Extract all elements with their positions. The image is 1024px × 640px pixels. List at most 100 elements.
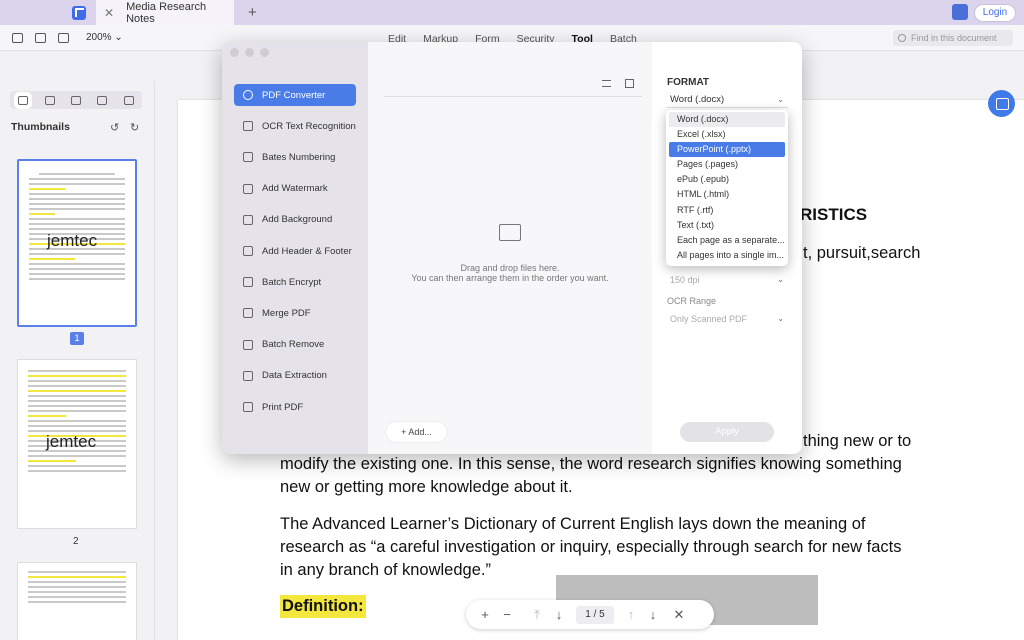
trash-icon [243, 339, 253, 350]
tool-add-watermark[interactable]: Add Watermark [234, 178, 356, 200]
tool-label: Batch Encrypt [262, 276, 322, 288]
ocr-range-select[interactable]: Only Scanned PDF ⌄ [667, 311, 788, 327]
home-icon[interactable] [625, 79, 634, 88]
drop-hint-line2: You can then arrange them in the order y… [411, 273, 609, 283]
thumbnails-title: Thumbnails [11, 121, 70, 133]
app-logo-icon [72, 5, 86, 20]
apply-button[interactable]: Apply [680, 422, 774, 442]
tool-batch-remove[interactable]: Batch Remove [234, 334, 356, 356]
ai-assistant-icon[interactable] [988, 90, 1015, 117]
zoom-out-icon[interactable]: − [496, 607, 518, 622]
format-option[interactable]: Pages (.pages) [669, 157, 785, 172]
drop-hint-line1: Drag and drop files here. [460, 263, 560, 273]
close-tab-icon[interactable]: ✕ [104, 6, 114, 20]
page-number-2: 2 [73, 536, 79, 547]
printer-icon [243, 402, 253, 412]
close-nav-icon[interactable]: ✕ [668, 607, 690, 623]
rotate-left-icon[interactable]: ↺ [110, 121, 119, 134]
doc-text-line: new or getting more knowledge about it. [280, 478, 573, 496]
page-number-input[interactable]: 1 / 5 [576, 605, 614, 624]
outline-icon[interactable] [44, 95, 55, 105]
doc-text-line: thing new or to [803, 432, 912, 450]
page-navigation: + − ⤒ ↓ 1 / 5 ↑ ↓ ✕ [466, 600, 714, 629]
chevron-down-icon: ⌄ [777, 314, 784, 323]
extract-icon [243, 370, 253, 381]
login-button[interactable]: Login [974, 4, 1016, 22]
tool-pdf-converter[interactable]: PDF Converter [234, 84, 356, 106]
avatar[interactable] [952, 4, 968, 20]
page-thumbnail-1[interactable]: jemtec [17, 159, 137, 327]
format-option[interactable]: HTML (.html) [669, 187, 785, 202]
doc-text-line: in any branch of knowledge.” [280, 561, 491, 579]
format-option[interactable]: Excel (.xlsx) [669, 127, 785, 142]
sidebar-toggle-icon[interactable] [12, 33, 23, 43]
tool-list: PDF Converter OCR Text Recognition Bates N… [222, 42, 368, 454]
search-input[interactable]: Find in this document [893, 30, 1013, 46]
tool-label: Add Header & Footer [262, 245, 352, 257]
doc-text-line: The Advanced Learner’s Dictionary of Cur… [280, 515, 866, 533]
format-label: FORMAT [667, 77, 710, 88]
rotate-right-icon[interactable]: ↻ [130, 121, 139, 134]
watermark-icon [243, 183, 253, 194]
format-option[interactable]: Word (.docx) [669, 112, 785, 128]
doc-text-line: t, pursuit,search [803, 244, 921, 262]
add-files-button[interactable]: + Add... [386, 422, 447, 442]
page-thumbnail-3[interactable] [17, 562, 137, 640]
format-option[interactable]: RTF (.rtf) [669, 203, 785, 218]
tool-ocr-text-recognition[interactable]: OCR Text Recognition [234, 115, 356, 137]
tool-data-extraction[interactable]: Data Extraction [234, 365, 356, 387]
ocr-range-label: OCR Range [667, 296, 717, 306]
dpi-select[interactable]: 150 dpi ⌄ [667, 272, 788, 288]
last-page-icon[interactable]: ↓ [642, 607, 664, 622]
folder-upload-icon [499, 224, 521, 241]
tool-bates-numbering[interactable]: Bates Numbering [234, 146, 356, 168]
tool-label: PDF Converter [262, 89, 326, 101]
tool-merge-pdf[interactable]: Merge PDF [234, 302, 356, 324]
watermark-text: jemtec [46, 432, 97, 451]
chevron-down-icon: ⌄ [777, 95, 784, 104]
ocr-icon [243, 121, 253, 132]
format-option[interactable]: Each page as a separate... [669, 233, 785, 248]
refresh-icon [243, 90, 253, 100]
tool-label: Merge PDF [262, 307, 311, 319]
layout-icon[interactable] [58, 33, 69, 43]
tool-add-background[interactable]: Add Background [234, 209, 356, 231]
list-view-icon[interactable] [602, 80, 611, 87]
grid-view-icon[interactable] [35, 33, 46, 43]
tab-bar: ✕ Media Research Notes + Login [0, 0, 1024, 25]
format-option[interactable]: PowerPoint (.pptx) [669, 142, 785, 158]
tab-title: Media Research Notes [126, 0, 207, 25]
zoom-select[interactable]: 200% ⌄ [86, 32, 123, 43]
tool-batch-encrypt[interactable]: Batch Encrypt [234, 271, 356, 293]
attachment-icon[interactable] [123, 95, 134, 105]
new-tab-icon[interactable]: + [248, 4, 257, 21]
tool-label: Bates Numbering [262, 151, 336, 163]
thumbnails-icon[interactable] [18, 95, 29, 105]
file-drop-area[interactable]: Drag and drop files here. You can then a… [368, 42, 652, 454]
header-footer-icon [243, 246, 253, 256]
format-option[interactable]: All pages into a single im... [669, 248, 785, 263]
document-tab[interactable]: ✕ Media Research Notes [96, 0, 234, 25]
bookmark-icon[interactable] [70, 95, 81, 105]
next-page-down-icon[interactable]: ↓ [548, 607, 570, 622]
doc-text-line: modify the existing one. In this sense, … [280, 455, 902, 473]
page-thumbnail-2[interactable]: jemtec [17, 359, 137, 529]
tool-label: Add Watermark [262, 183, 328, 195]
format-option[interactable]: ePub (.epub) [669, 172, 785, 187]
thumbnail-sidebar: Thumbnails ↺ ↻ jemtec 1 jemtec 2 [0, 81, 155, 640]
merge-icon [243, 308, 253, 319]
first-page-icon[interactable]: ⤒ [526, 607, 548, 623]
tool-label: Print PDF [262, 401, 304, 413]
chevron-down-icon: ⌄ [777, 275, 784, 284]
tool-label: Batch Remove [262, 339, 325, 351]
format-select[interactable]: Word (.docx) ⌄ [667, 92, 788, 108]
definition-label: Definition: [280, 595, 366, 618]
layers-icon[interactable] [97, 95, 108, 105]
tool-add-header-footer[interactable]: Add Header & Footer [234, 240, 356, 262]
background-icon [243, 214, 253, 225]
zoom-in-icon[interactable]: + [474, 607, 496, 622]
prev-page-icon[interactable]: ↑ [620, 607, 642, 622]
format-option[interactable]: Text (.txt) [669, 218, 785, 233]
tool-print-pdf[interactable]: Print PDF [234, 396, 356, 418]
lock-icon [243, 277, 253, 288]
